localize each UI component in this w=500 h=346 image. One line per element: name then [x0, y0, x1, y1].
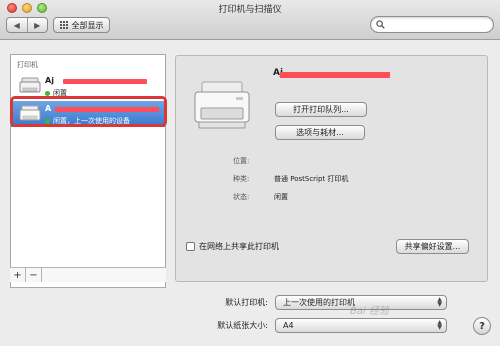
updown-arrows-icon: ▲ ▼ [437, 319, 442, 331]
paper-size-value: A4 [283, 321, 294, 330]
show-all-label: 全部显示 [71, 20, 104, 30]
paper-size-label: 默认纸张大小: [217, 321, 268, 330]
window-titlebar: 打印机与扫描仪 ◀ ▶ 全部显示 [0, 0, 500, 40]
status-label: 状态: [233, 193, 250, 201]
location-label: 位置: [233, 157, 250, 165]
search-input[interactable] [388, 18, 488, 31]
forward-button[interactable]: ▶ [26, 18, 48, 32]
share-printer-label: 在网络上共享此打印机 [199, 242, 279, 251]
chevron-left-icon: ◀ [13, 20, 20, 30]
add-printer-button[interactable]: + [10, 268, 26, 282]
remove-printer-button[interactable]: − [26, 268, 42, 282]
updown-arrows-icon: ▲ ▼ [437, 296, 442, 308]
printer-icon [19, 77, 41, 93]
printer-icon [194, 81, 250, 129]
default-printer-value: 上一次使用的打印机 [283, 298, 355, 307]
kind-value: 普通 PostScript 打印机 [274, 175, 349, 183]
redaction-bar [280, 72, 390, 78]
back-button[interactable]: ◀ [7, 18, 27, 32]
grid-icon [59, 20, 69, 30]
printer-list-footer: + − [10, 267, 166, 282]
status-value: 闲置 [274, 193, 288, 201]
printer-list-header: 打印机 [17, 61, 38, 69]
sharing-preferences-button[interactable]: 共享偏好设置... [396, 239, 469, 254]
search-icon [376, 20, 385, 29]
printer-list: 打印机 Aj 闲置 A 闲置，上一次使用的设备 [10, 54, 166, 288]
status-dot-icon [45, 90, 50, 96]
chevron-right-icon: ▶ [34, 20, 41, 30]
search-field[interactable] [370, 16, 494, 33]
share-printer-checkbox[interactable] [186, 242, 195, 251]
show-all-button[interactable]: 全部显示 [53, 17, 110, 33]
help-button[interactable]: ? [473, 317, 491, 335]
paper-size-select[interactable]: A4 ▲ ▼ [275, 318, 447, 333]
watermark: Bai 经验 [350, 306, 389, 317]
redaction-bar [63, 79, 147, 84]
annotation-highlight [10, 96, 167, 127]
printer-name: Aj [45, 76, 54, 85]
kind-label: 种类: [233, 175, 250, 183]
options-supplies-button[interactable]: 选项与耗材... [275, 125, 365, 140]
navigation-buttons: ◀ ▶ [6, 17, 48, 33]
open-print-queue-button[interactable]: 打开打印队列... [275, 102, 367, 117]
default-printer-label: 默认打印机: [225, 298, 268, 307]
window-title: 打印机与扫描仪 [218, 5, 282, 15]
